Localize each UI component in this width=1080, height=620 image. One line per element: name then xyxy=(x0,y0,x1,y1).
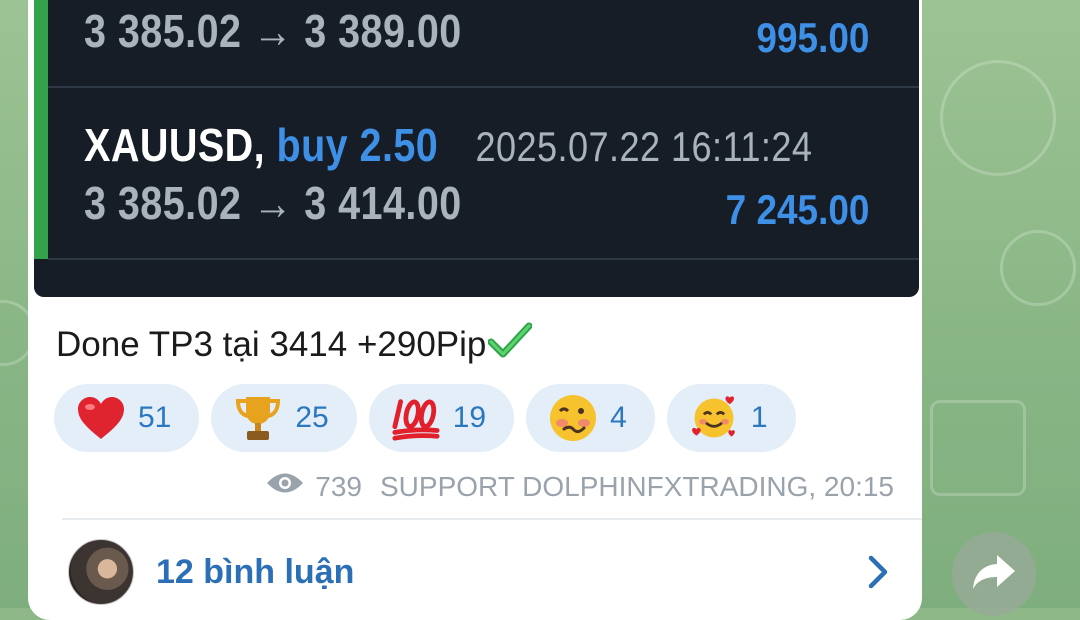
trade-2-prices: 3 385.02 → 3 414.00 xyxy=(84,177,462,229)
trade-divider xyxy=(48,258,919,260)
reaction-smiling-hearts[interactable]: 1 xyxy=(666,384,796,452)
trade-2-side: buy 2.50 xyxy=(276,119,439,171)
comments-separator xyxy=(62,518,922,520)
trade-1-profit: 995.00 xyxy=(755,14,869,61)
trade-divider xyxy=(48,86,919,88)
trade-accent-bar xyxy=(34,0,48,259)
reaction-hundred[interactable]: 19 xyxy=(368,384,515,452)
woozy-face-icon xyxy=(548,393,598,443)
comments-label: 12 bình luận xyxy=(156,552,355,591)
reaction-count: 1 xyxy=(750,401,768,434)
trade-history-image: 3 385.02 → 3 389.00 995.00 XAUUSD, buy 2… xyxy=(34,0,919,297)
comments-button[interactable]: 12 bình luận xyxy=(68,539,898,605)
share-arrow-icon xyxy=(971,553,1017,596)
check-mark-icon xyxy=(487,322,533,369)
reaction-count: 19 xyxy=(452,401,487,434)
wallpaper-doodle xyxy=(930,400,1026,496)
share-button[interactable] xyxy=(952,532,1036,616)
avatar xyxy=(68,539,134,605)
trade-2-timestamp: 2025.07.22 16:11:24 xyxy=(475,123,813,170)
reactions-bar: 51 25 19 4 1 xyxy=(54,384,796,452)
reaction-trophy[interactable]: 25 xyxy=(211,384,357,452)
trade-2-symbol: XAUUSD, xyxy=(84,119,266,171)
hundred-points-icon xyxy=(391,393,441,443)
reaction-heart[interactable]: 51 xyxy=(54,384,200,452)
reaction-woozy[interactable]: 4 xyxy=(526,384,655,452)
wallpaper-doodle xyxy=(940,60,1056,176)
trade-2-header: XAUUSD, buy 2.50 2025.07.22 16:11:24 xyxy=(84,118,812,172)
chevron-right-icon xyxy=(866,554,890,595)
trophy-icon xyxy=(233,393,283,443)
view-count: 739 xyxy=(315,470,362,502)
reaction-count: 4 xyxy=(610,401,627,434)
heart-icon xyxy=(76,393,126,443)
smiling-face-with-hearts-icon xyxy=(689,393,739,443)
message-body: Done TP3 tại 3414 +290Pip xyxy=(56,325,487,364)
trade-2-profit: 7 245.00 xyxy=(725,186,869,233)
reaction-count: 51 xyxy=(138,401,172,434)
trade-1-prices: 3 385.02 → 3 389.00 xyxy=(84,5,462,57)
message-meta: 739 SUPPORT DOLPHINFXTRADING, 20:15 xyxy=(265,470,894,503)
author-and-time: SUPPORT DOLPHINFXTRADING, 20:15 xyxy=(380,470,894,502)
wallpaper-doodle xyxy=(1000,230,1076,306)
eye-icon xyxy=(265,470,305,503)
message-text: Done TP3 tại 3414 +290Pip xyxy=(56,322,533,369)
reaction-count: 25 xyxy=(295,401,329,434)
